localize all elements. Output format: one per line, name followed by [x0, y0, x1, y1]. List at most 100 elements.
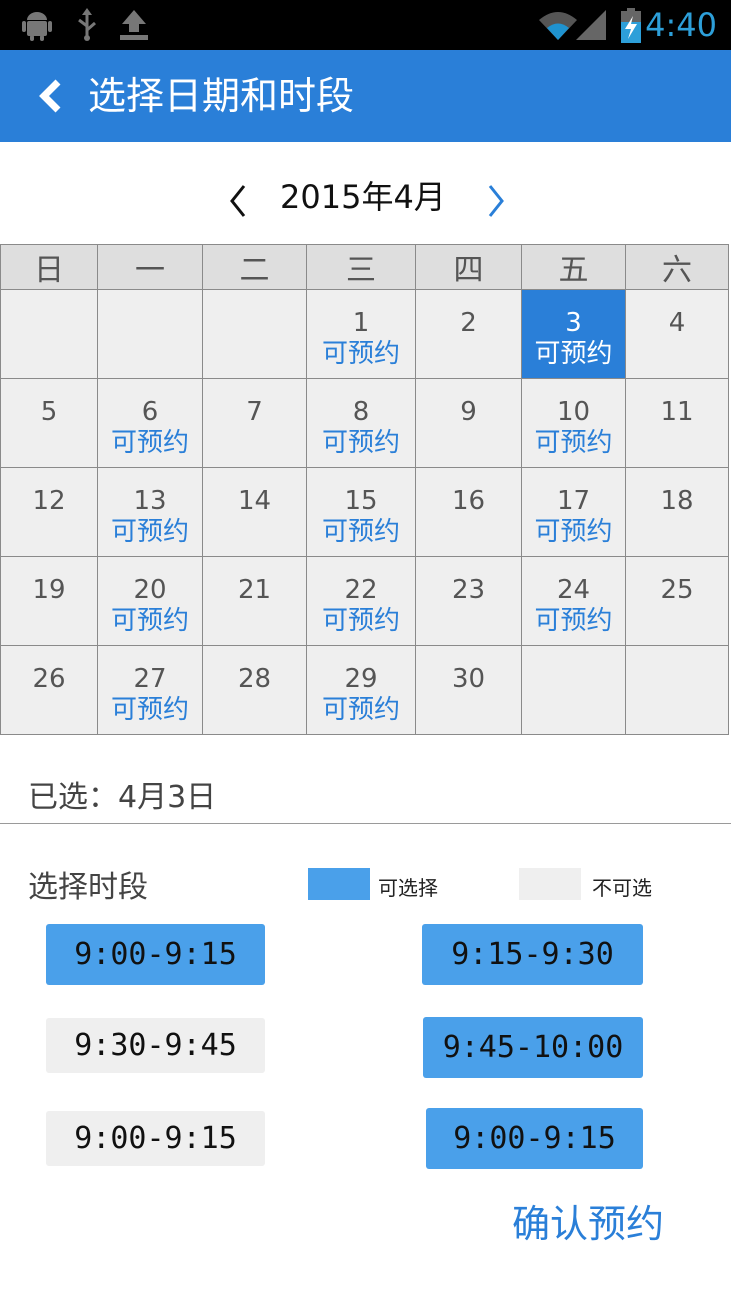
day-number: 14	[237, 486, 272, 516]
back-chevron-icon	[39, 79, 61, 113]
time-slot-button[interactable]: 9:00-9:15	[46, 924, 265, 985]
calendar-day-cell[interactable]: 6 可预约	[97, 378, 203, 468]
calendar-week-row: 26 27 可预约 28 29 可预约 30	[0, 645, 729, 735]
available-label: 可预约	[534, 339, 613, 369]
calendar-day-cell[interactable]: 18	[625, 467, 729, 557]
wifi-icon	[537, 8, 579, 46]
calendar-day-cell[interactable]: 27 可预约	[97, 645, 203, 735]
available-label: 可预约	[321, 428, 400, 458]
available-label: 可预约	[110, 428, 189, 458]
day-number: 8	[352, 397, 370, 427]
calendar-empty-cell	[625, 645, 729, 735]
weekday-label: 四	[415, 244, 522, 290]
calendar-day-cell[interactable]: 1 可预约	[306, 289, 416, 379]
day-number: 16	[451, 486, 486, 516]
day-number: 20	[133, 575, 167, 605]
time-slot-button[interactable]: 9:15-9:30	[422, 924, 643, 985]
previous-month-button[interactable]	[218, 174, 258, 222]
day-number: 29	[344, 664, 378, 694]
calendar-week-row: 5 6 可预约 7 8 可预约 9 10 可预约 11	[0, 378, 729, 468]
weekday-label: 三	[306, 244, 416, 290]
calendar-day-cell[interactable]: 21	[202, 556, 307, 646]
calendar-day-cell[interactable]: 20 可预约	[97, 556, 203, 646]
calendar-day-cell[interactable]: 17 可预约	[521, 467, 626, 557]
calendar-day-cell[interactable]: 29 可预约	[306, 645, 416, 735]
calendar-grid: 日 一 二 三 四 五 六 1 可预约 2 3 可预约 4 5 6 可预约 7 8 可预约 9 10 可预约…	[0, 244, 729, 735]
day-number: 1	[352, 308, 370, 338]
day-number: 28	[237, 664, 272, 694]
chevron-left-icon	[230, 185, 246, 217]
calendar-day-cell[interactable]: 15 可预约	[306, 467, 416, 557]
calendar-day-cell[interactable]: 3 可预约	[521, 289, 626, 379]
calendar-day-cell[interactable]: 8 可预约	[306, 378, 416, 468]
day-number: 23	[451, 575, 486, 605]
next-month-button[interactable]	[476, 174, 516, 222]
calendar-day-cell[interactable]: 19	[0, 556, 98, 646]
upload-icon	[116, 8, 152, 46]
calendar-day-cell[interactable]: 28	[202, 645, 307, 735]
day-number: 19	[32, 575, 66, 605]
available-label: 可预约	[321, 339, 400, 369]
calendar-day-cell[interactable]: 10 可预约	[521, 378, 626, 468]
android-icon	[20, 8, 54, 46]
chevron-right-icon	[488, 185, 504, 217]
time-slot-button[interactable]: 9:00-9:15	[46, 1111, 265, 1166]
calendar-day-cell[interactable]: 9	[415, 378, 522, 468]
weekday-label: 日	[0, 244, 98, 290]
time-slot-button[interactable]: 9:00-9:15	[426, 1108, 643, 1169]
calendar-day-cell[interactable]: 4	[625, 289, 729, 379]
calendar-day-cell[interactable]: 26	[0, 645, 98, 735]
signal-icon	[574, 8, 608, 46]
back-button[interactable]	[32, 72, 68, 120]
available-label: 可预约	[321, 695, 400, 725]
calendar-day-cell[interactable]: 13 可预约	[97, 467, 203, 557]
calendar-day-cell[interactable]: 5	[0, 378, 98, 468]
day-number: 26	[32, 664, 66, 694]
available-label: 可预约	[321, 606, 400, 636]
day-number: 7	[246, 397, 263, 427]
day-number: 11	[660, 397, 694, 427]
battery-charging-icon	[620, 8, 642, 48]
calendar-day-cell[interactable]: 11	[625, 378, 729, 468]
legend-unavailable-swatch	[519, 868, 581, 900]
calendar-day-cell[interactable]: 12	[0, 467, 98, 557]
legend-available-label: 可选择	[378, 876, 438, 900]
day-number: 25	[660, 575, 694, 605]
calendar-week-row: 19 20 可预约 21 22 可预约 23 24 可预约 25	[0, 556, 729, 646]
day-number: 12	[32, 486, 66, 516]
day-number: 30	[451, 664, 486, 694]
status-time: 4:40	[645, 6, 717, 44]
calendar-empty-cell	[521, 645, 626, 735]
day-number: 4	[668, 308, 686, 338]
day-number: 27	[133, 664, 167, 694]
day-number: 18	[660, 486, 694, 516]
calendar-empty-cell	[97, 289, 203, 379]
calendar-day-cell[interactable]: 23	[415, 556, 522, 646]
available-label: 可预约	[110, 606, 189, 636]
month-label: 2015年4月	[280, 178, 446, 216]
calendar-day-cell[interactable]: 2	[415, 289, 522, 379]
calendar-day-cell[interactable]: 14	[202, 467, 307, 557]
available-label: 可预约	[534, 606, 613, 636]
calendar-empty-cell	[202, 289, 307, 379]
usb-icon	[72, 8, 102, 46]
calendar-day-cell[interactable]: 25	[625, 556, 729, 646]
calendar-day-cell[interactable]: 7	[202, 378, 307, 468]
calendar-day-cell[interactable]: 30	[415, 645, 522, 735]
day-number: 5	[40, 397, 58, 427]
day-number: 13	[133, 486, 167, 516]
page-title: 选择日期和时段	[88, 74, 355, 118]
selected-date-text: 已选：4月3日	[28, 780, 217, 815]
calendar-day-cell[interactable]: 22 可预约	[306, 556, 416, 646]
legend-available-swatch	[308, 868, 370, 900]
calendar-day-cell[interactable]: 24 可预约	[521, 556, 626, 646]
weekday-header: 日 一 二 三 四 五 六	[0, 244, 729, 290]
confirm-booking-button[interactable]: 确认预约	[512, 1196, 664, 1252]
time-slot-button[interactable]: 9:45-10:00	[423, 1017, 643, 1078]
day-number: 17	[556, 486, 591, 516]
time-slot-button[interactable]: 9:30-9:45	[46, 1018, 265, 1073]
calendar-day-cell[interactable]: 16	[415, 467, 522, 557]
legend-unavailable-label: 不可选	[592, 876, 652, 900]
available-label: 可预约	[110, 695, 189, 725]
weekday-label: 五	[521, 244, 626, 290]
